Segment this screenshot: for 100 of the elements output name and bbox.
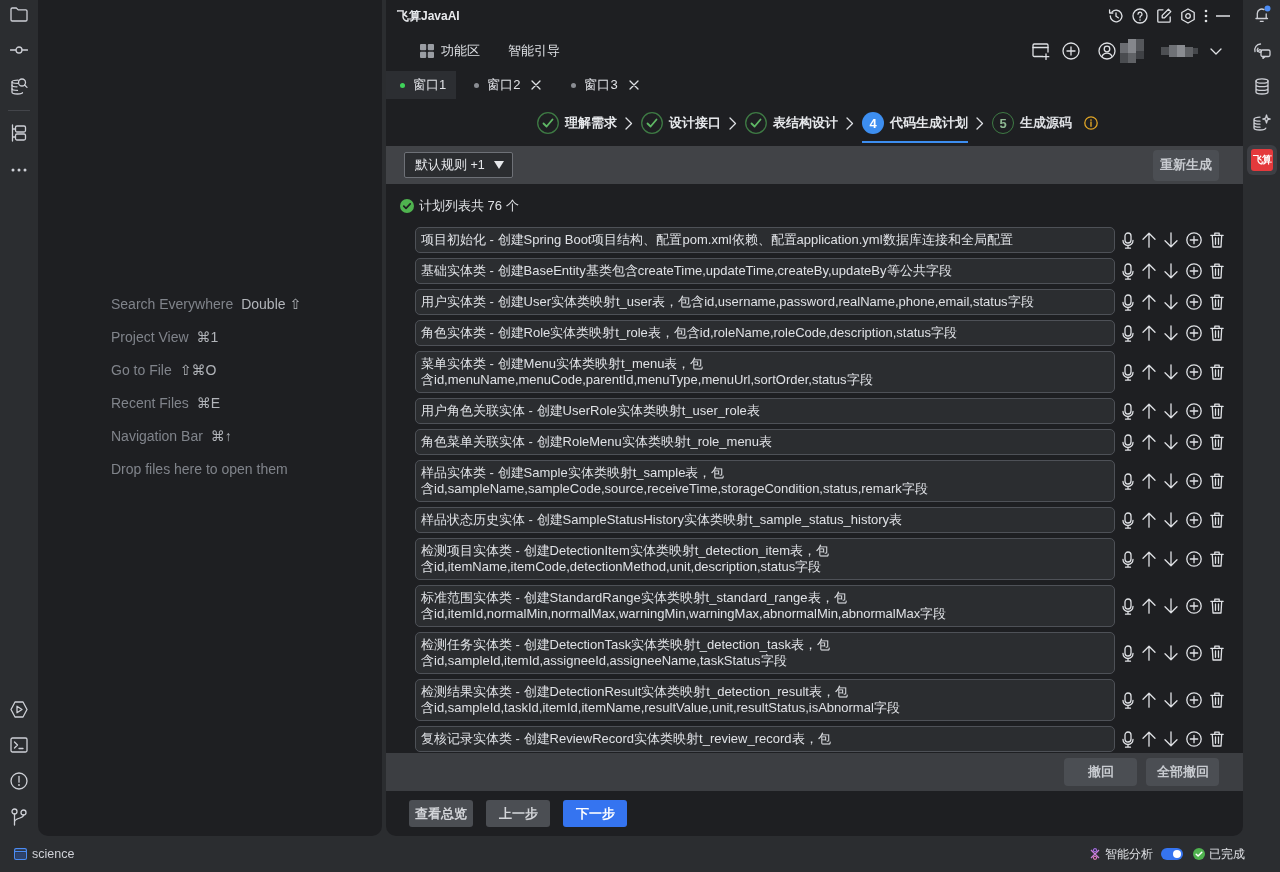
chat-icon[interactable]: [1252, 41, 1271, 59]
step-label[interactable]: 理解需求: [565, 114, 617, 132]
arrow-down-icon[interactable]: [1164, 294, 1178, 310]
trash-icon[interactable]: [1210, 364, 1224, 380]
trash-icon[interactable]: [1210, 232, 1224, 248]
arrow-up-icon[interactable]: [1142, 364, 1156, 380]
arrow-down-icon[interactable]: [1164, 551, 1178, 567]
add-circle-icon[interactable]: [1186, 731, 1202, 747]
trash-icon[interactable]: [1210, 598, 1224, 614]
add-circle-icon[interactable]: [1186, 692, 1202, 708]
trash-icon[interactable]: [1210, 473, 1224, 489]
add-circle-icon[interactable]: [1186, 403, 1202, 419]
add-circle-icon[interactable]: [1186, 598, 1202, 614]
microphone-icon[interactable]: [1122, 511, 1134, 529]
add-circle-icon[interactable]: [1186, 551, 1202, 567]
settings-icon[interactable]: [1180, 8, 1196, 24]
microphone-icon[interactable]: [1122, 262, 1134, 280]
info-icon[interactable]: [1084, 116, 1098, 130]
plan-item-field[interactable]: 检测项目实体类 - 创建DetectionItem实体类映射t_detection_item表，包 含id,itemName,itemCode,detectionMethod,unit,description,status字段: [415, 538, 1115, 580]
arrow-up-icon[interactable]: [1142, 645, 1156, 661]
arrow-up-icon[interactable]: [1142, 473, 1156, 489]
trash-icon[interactable]: [1210, 263, 1224, 279]
plan-item-field[interactable]: 检测结果实体类 - 创建DetectionResult实体类映射t_detection_result表，包 含id,sampleId,taskId,itemId,itemName,resultValue,unit,resultStatus,isAbnormal字段: [415, 679, 1115, 721]
terminal-icon[interactable]: [10, 737, 28, 753]
plan-item-field[interactable]: 用户角色关联实体 - 创建UserRole实体类映射t_user_role表: [415, 398, 1115, 424]
arrow-down-icon[interactable]: [1164, 325, 1178, 341]
arrow-down-icon[interactable]: [1164, 731, 1178, 747]
trash-icon[interactable]: [1210, 551, 1224, 567]
trash-icon[interactable]: [1210, 434, 1224, 450]
trash-icon[interactable]: [1210, 731, 1224, 747]
add-circle-icon[interactable]: [1062, 42, 1080, 60]
microphone-icon[interactable]: [1122, 644, 1134, 662]
arrow-down-icon[interactable]: [1164, 403, 1178, 419]
arrow-down-icon[interactable]: [1164, 364, 1178, 380]
microphone-icon[interactable]: [1122, 293, 1134, 311]
microphone-icon[interactable]: [1122, 363, 1134, 381]
plan-item-field[interactable]: 基础实体类 - 创建BaseEntity基类包含createTime,updateTime,createBy,updateBy等公共字段: [415, 258, 1115, 284]
trash-icon[interactable]: [1210, 645, 1224, 661]
plan-item-field[interactable]: 菜单实体类 - 创建Menu实体类映射t_menu表，包 含id,menuName,menuCode,parentId,menuType,menuUrl,sortOrder,status字段: [415, 351, 1115, 393]
plan-item-field[interactable]: 样品实体类 - 创建Sample实体类映射t_sample表，包 含id,sampleName,sampleCode,source,receiveTime,storageCondition,status,remark字段: [415, 460, 1115, 502]
step-label[interactable]: 设计接口: [669, 114, 721, 132]
revert-button[interactable]: 撤回: [1064, 758, 1137, 786]
arrow-up-icon[interactable]: [1142, 232, 1156, 248]
arrow-down-icon[interactable]: [1164, 434, 1178, 450]
problems-icon[interactable]: [10, 772, 28, 790]
microphone-icon[interactable]: [1122, 231, 1134, 249]
regenerate-button[interactable]: 重新生成: [1153, 149, 1219, 181]
microphone-icon[interactable]: [1122, 433, 1134, 451]
database-search-icon[interactable]: [10, 77, 28, 95]
new-window-icon[interactable]: [1032, 42, 1050, 60]
arrow-down-icon[interactable]: [1164, 598, 1178, 614]
more-icon[interactable]: [11, 168, 27, 172]
arrow-up-icon[interactable]: [1142, 434, 1156, 450]
revert-button[interactable]: 全部撤回: [1146, 758, 1219, 786]
edit-icon[interactable]: [1156, 8, 1172, 24]
add-circle-icon[interactable]: [1186, 232, 1202, 248]
add-circle-icon[interactable]: [1186, 434, 1202, 450]
microphone-icon[interactable]: [1122, 472, 1134, 490]
window-tab[interactable]: 窗口1: [386, 71, 457, 99]
database-sparkle-icon[interactable]: [1252, 113, 1271, 131]
chevron-down-icon[interactable]: [1210, 47, 1222, 55]
arrow-up-icon[interactable]: [1142, 598, 1156, 614]
arrow-down-icon[interactable]: [1164, 473, 1178, 489]
arrow-down-icon[interactable]: [1164, 263, 1178, 279]
arrow-up-icon[interactable]: [1142, 551, 1156, 567]
plan-item-field[interactable]: 角色菜单关联实体 - 创建RoleMenu实体类映射t_role_menu表: [415, 429, 1115, 455]
microphone-icon[interactable]: [1122, 550, 1134, 568]
close-icon[interactable]: [628, 80, 639, 90]
window-tab[interactable]: 窗口3: [557, 71, 651, 99]
plan-item-field[interactable]: 用户实体类 - 创建User实体类映射t_user表，包含id,username,password,realName,phone,email,status字段: [415, 289, 1115, 315]
database-icon[interactable]: [1254, 77, 1269, 95]
trash-icon[interactable]: [1210, 512, 1224, 528]
bell-icon[interactable]: [1252, 5, 1271, 23]
step-label[interactable]: 表结构设计: [773, 114, 838, 132]
step-label[interactable]: 生成源码: [1020, 114, 1072, 132]
add-circle-icon[interactable]: [1186, 294, 1202, 310]
git-branch-icon[interactable]: [11, 808, 27, 826]
folder-icon[interactable]: [10, 6, 28, 22]
arrow-up-icon[interactable]: [1142, 325, 1156, 341]
toggle-switch[interactable]: [1161, 848, 1183, 860]
microphone-icon[interactable]: [1122, 597, 1134, 615]
arrow-up-icon[interactable]: [1142, 263, 1156, 279]
more-vertical-icon[interactable]: [1204, 9, 1208, 23]
close-icon[interactable]: [531, 80, 542, 90]
arrow-down-icon[interactable]: [1164, 512, 1178, 528]
footer-button[interactable]: 查看总览: [409, 800, 473, 827]
help-icon[interactable]: [1132, 8, 1148, 24]
window-tab[interactable]: 窗口2: [460, 71, 554, 99]
arrow-down-icon[interactable]: [1164, 692, 1178, 708]
arrow-up-icon[interactable]: [1142, 403, 1156, 419]
arrow-up-icon[interactable]: [1142, 692, 1156, 708]
microphone-icon[interactable]: [1122, 691, 1134, 709]
arrow-down-icon[interactable]: [1164, 232, 1178, 248]
trash-icon[interactable]: [1210, 692, 1224, 708]
microphone-icon[interactable]: [1122, 324, 1134, 342]
structure-icon[interactable]: [11, 124, 27, 142]
rules-dropdown[interactable]: 默认规则 +1: [404, 152, 513, 178]
arrow-up-icon[interactable]: [1142, 512, 1156, 528]
add-circle-icon[interactable]: [1186, 263, 1202, 279]
arrow-up-icon[interactable]: [1142, 294, 1156, 310]
